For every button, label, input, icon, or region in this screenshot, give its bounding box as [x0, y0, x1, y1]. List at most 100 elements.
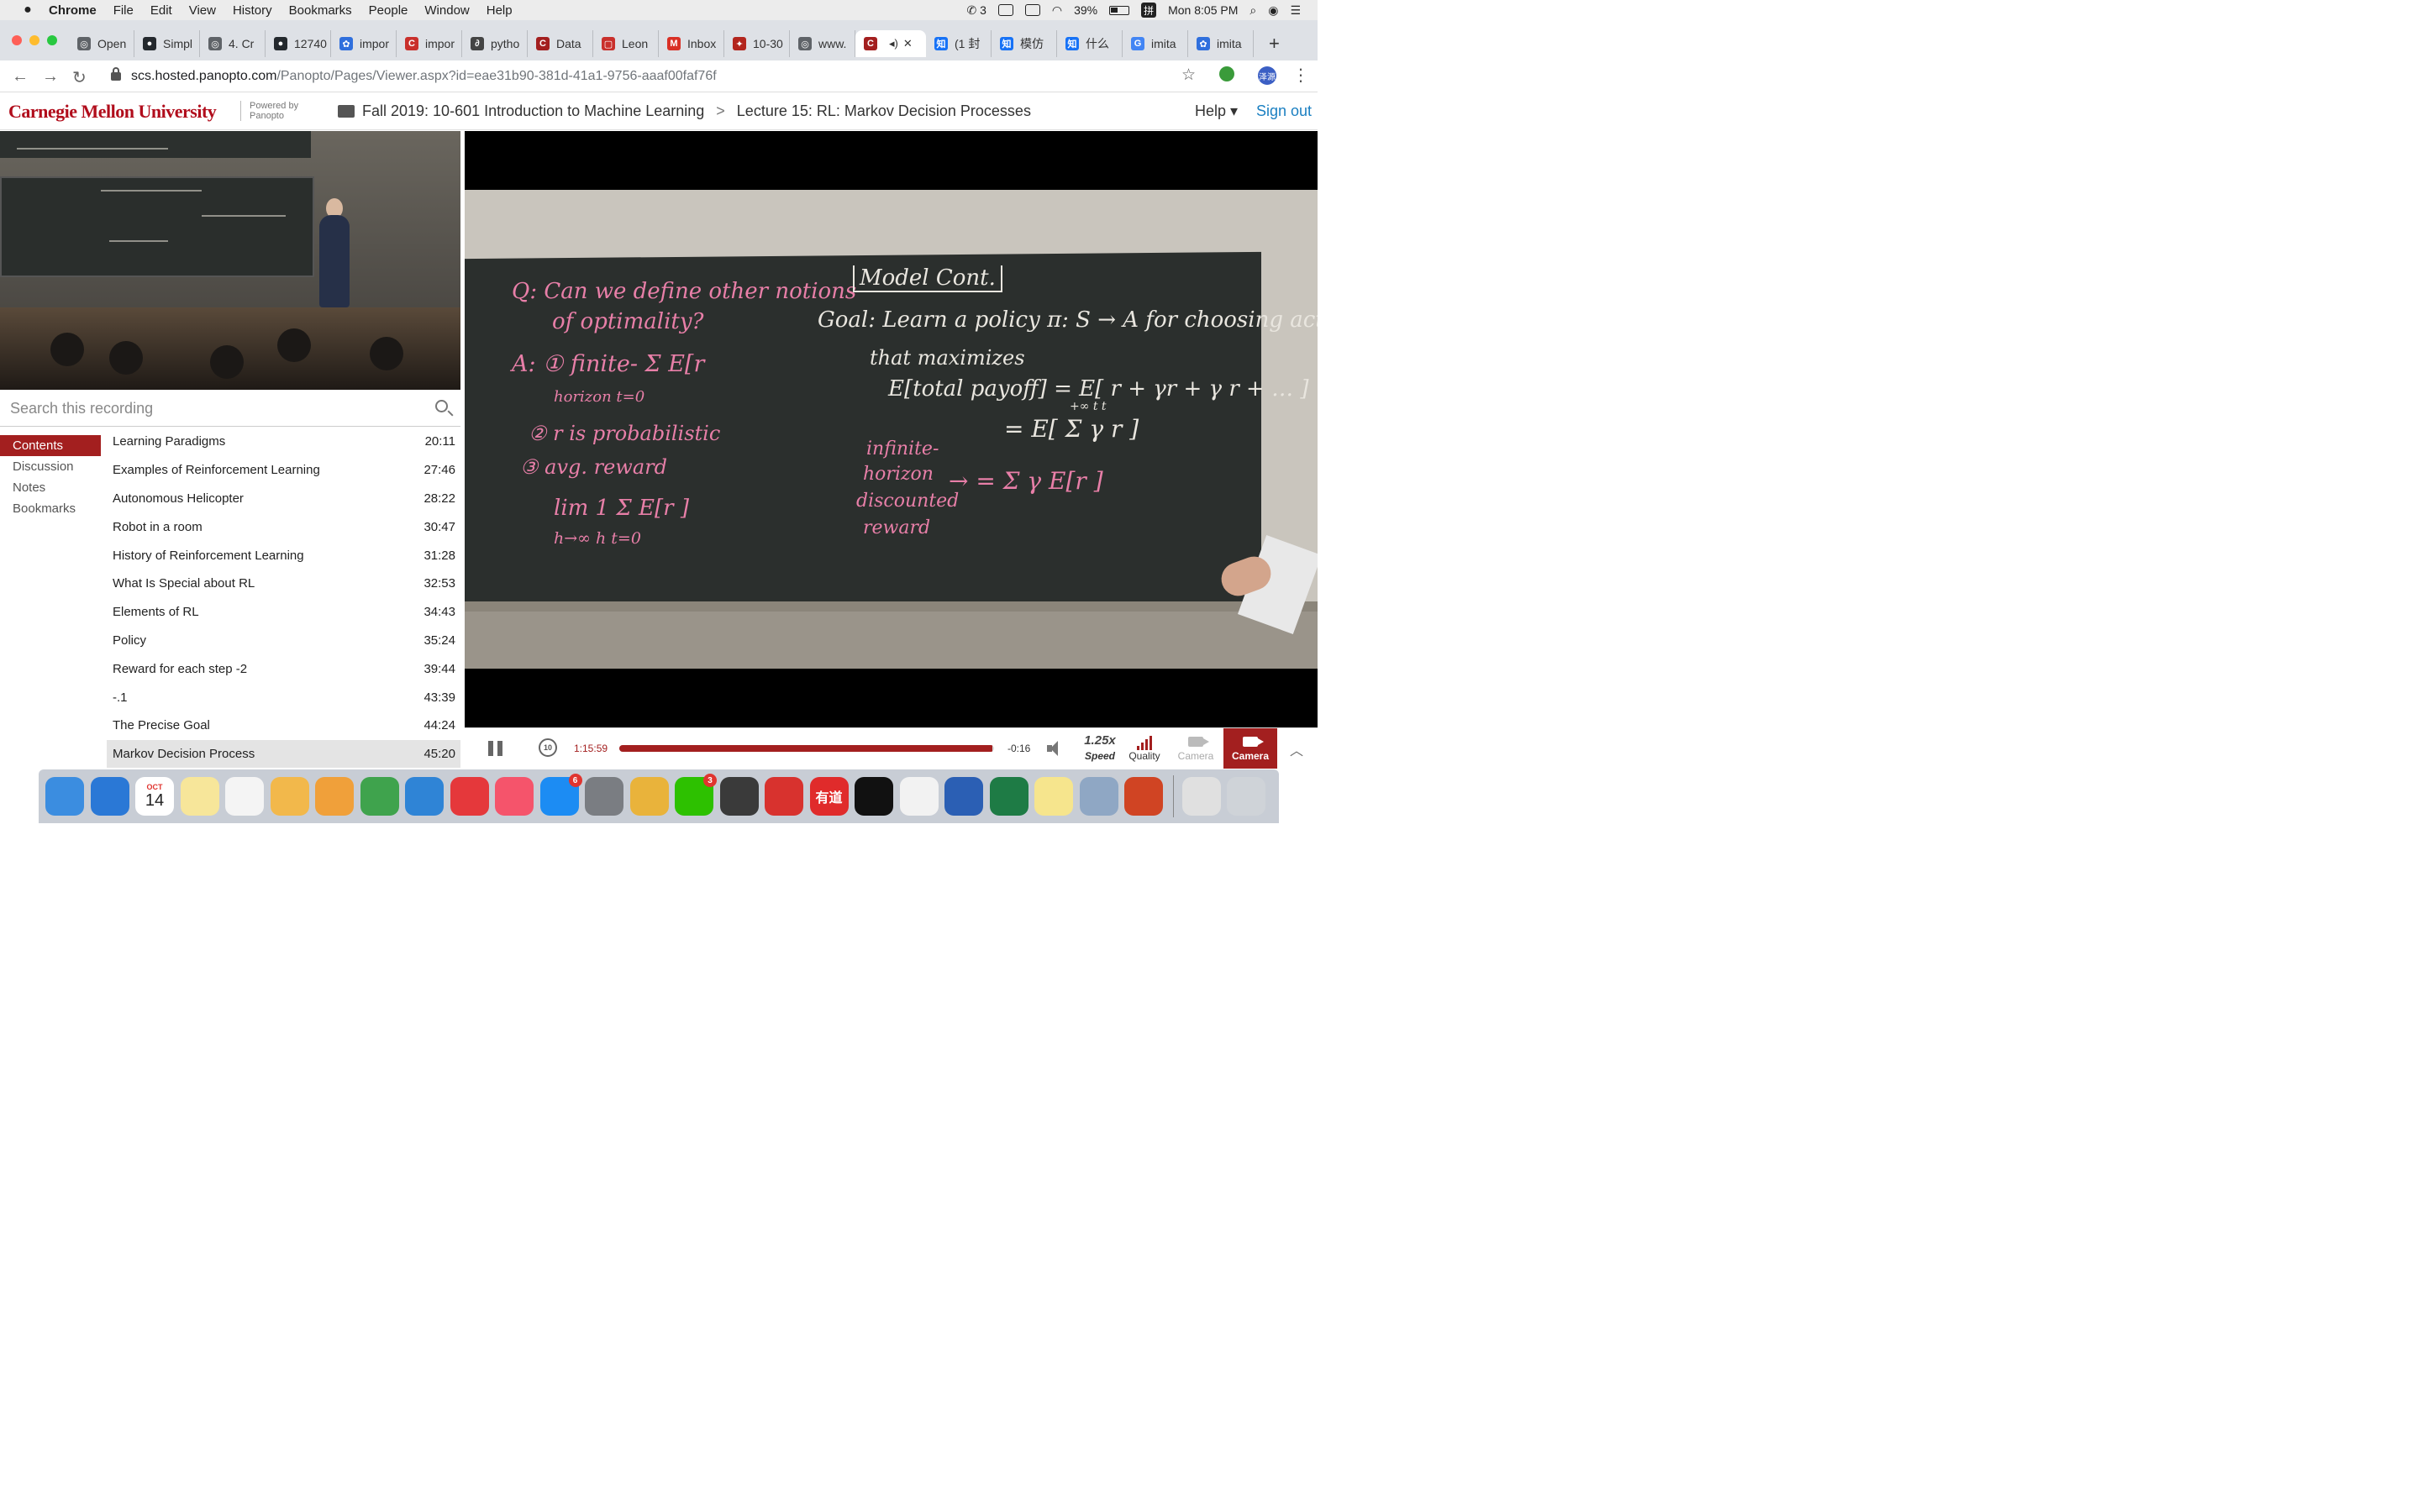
browser-tab[interactable]: ▢ Leon	[593, 30, 659, 57]
profile-avatar[interactable]: 泽源	[1258, 66, 1276, 85]
app-store-icon[interactable]: 6	[539, 774, 582, 816]
rewind-10-icon[interactable]: 10	[539, 738, 557, 757]
volume-icon[interactable]	[1047, 741, 1067, 756]
word-icon[interactable]	[944, 777, 983, 816]
browser-tab[interactable]: ✿ impor	[331, 30, 397, 57]
contents-row[interactable]: Learning Paradigms 20:11	[107, 428, 460, 456]
menu-people[interactable]: People	[369, 3, 408, 18]
breadcrumb-folder[interactable]: Fall 2019: 10-601 Introduction to Machin…	[362, 102, 704, 120]
browser-tab[interactable]: ◎ www.	[790, 30, 855, 57]
tab-contents[interactable]: Contents	[0, 435, 101, 456]
contents-row[interactable]: History of Reinforcement Learning 31:28	[107, 541, 460, 570]
input-method-icon[interactable]: 拼	[1141, 3, 1157, 18]
notification-center-icon[interactable]: ☰	[1290, 3, 1301, 18]
contents-row[interactable]: Examples of Reinforcement Learning 27:46	[107, 456, 460, 485]
qq-status-icon[interactable]	[997, 4, 1013, 16]
back-arrow-icon[interactable]: ←	[12, 67, 29, 87]
airplay-icon[interactable]	[1024, 4, 1040, 16]
browser-tab[interactable]: ● 12740	[266, 30, 331, 57]
browser-tab[interactable]: ◎ 4. Cr	[200, 30, 266, 57]
camera-toggle-button[interactable]: Camera	[1223, 728, 1277, 769]
browser-tab[interactable]: ● Simpl	[134, 30, 200, 57]
menubar-clock[interactable]: Mon 8:05 PM	[1168, 3, 1238, 17]
calendar-icon[interactable]: OCT 14	[135, 777, 174, 816]
browser-tab[interactable]: 知什么	[1057, 30, 1123, 57]
camera-button-disabled[interactable]: Camera	[1171, 733, 1221, 762]
search-icon[interactable]	[435, 400, 448, 412]
chrome-menu-icon[interactable]: ⋮	[1292, 65, 1309, 86]
tab-active[interactable]: C ◂) ✕	[855, 30, 926, 57]
tab-bookmarks[interactable]: Bookmarks	[0, 498, 101, 519]
contents-row[interactable]: Reward for each step -2 39:44	[107, 654, 460, 683]
browser-tab[interactable]: M Inbox	[659, 30, 724, 57]
tab-audio-icon[interactable]: ◂)	[889, 37, 898, 50]
trash-icon[interactable]	[1227, 777, 1265, 816]
menu-history[interactable]: History	[233, 3, 272, 18]
main-video-player[interactable]: Q: Can we define other notions of optima…	[465, 131, 1318, 727]
contents-row[interactable]: What Is Special about RL 32:53	[107, 570, 460, 598]
search-recording-input[interactable]	[10, 398, 413, 418]
netease-music-icon[interactable]	[765, 777, 803, 816]
news-icon[interactable]	[450, 777, 489, 816]
tab-notes[interactable]: Notes	[0, 477, 101, 498]
menu-window[interactable]: Window	[424, 3, 469, 18]
notes-icon[interactable]	[180, 777, 219, 816]
contents-row[interactable]: Markov Decision Process 45:20	[107, 739, 460, 768]
menu-edit[interactable]: Edit	[150, 3, 172, 18]
browser-tab[interactable]: ✦ 10-30	[724, 30, 790, 57]
chrome-icon[interactable]	[629, 777, 669, 816]
contents-row[interactable]: Autonomous Helicopter 28:22	[107, 485, 460, 513]
wifi-icon[interactable]: ◠	[1052, 3, 1062, 18]
contents-row[interactable]: Policy 35:24	[107, 627, 460, 655]
minimize-window-button[interactable]	[29, 35, 39, 45]
finder-icon[interactable]	[45, 777, 84, 816]
downloads-icon[interactable]	[1181, 777, 1221, 816]
close-window-button[interactable]	[12, 35, 22, 45]
tab-discussion[interactable]: Discussion	[0, 456, 101, 477]
photos-icon[interactable]	[270, 777, 309, 816]
stickies-icon[interactable]	[1034, 777, 1073, 816]
new-tab-button[interactable]: +	[1269, 33, 1280, 55]
menu-bookmarks[interactable]: Bookmarks	[289, 3, 352, 18]
browser-tab[interactable]: C Data	[528, 30, 593, 57]
reminders-icon[interactable]	[225, 777, 264, 816]
music-icon[interactable]	[495, 777, 534, 816]
sublime-text-icon[interactable]	[719, 777, 759, 816]
camera-thumbnail-video[interactable]	[0, 131, 460, 390]
contents-row[interactable]: -.1 43:39	[107, 683, 460, 711]
contents-row[interactable]: The Precise Goal 44:24	[107, 711, 460, 740]
tab-close-icon[interactable]: ✕	[903, 37, 913, 50]
system-preferences-icon[interactable]	[585, 777, 623, 816]
terminal-icon[interactable]	[855, 777, 893, 816]
numbers-icon[interactable]	[360, 777, 399, 816]
battery-icon[interactable]	[1109, 5, 1130, 15]
zoom-window-button[interactable]	[47, 35, 57, 45]
pages-icon[interactable]	[315, 777, 354, 816]
address-bar[interactable]: scs.hosted.panopto.com/Panopto/Pages/Vie…	[99, 64, 1208, 89]
cmu-logo[interactable]: Carnegie Mellon University	[8, 101, 217, 123]
contents-row[interactable]: Robot in a room 30:47	[107, 512, 460, 541]
contents-row[interactable]: Elements of RL 34:43	[107, 598, 460, 627]
menu-file[interactable]: File	[113, 3, 134, 18]
reload-icon[interactable]: ↻	[72, 67, 87, 88]
excel-icon[interactable]	[989, 777, 1028, 816]
bookmark-star-icon[interactable]: ☆	[1181, 66, 1196, 85]
textedit-icon[interactable]	[899, 777, 939, 816]
help-dropdown[interactable]: Help ▾	[1195, 102, 1238, 120]
preview-icon[interactable]	[1079, 777, 1118, 816]
pause-button[interactable]	[488, 741, 503, 756]
spotlight-icon[interactable]: ⌕	[1249, 3, 1256, 18]
browser-tab[interactable]: 知 (1 封	[926, 30, 992, 57]
youdao-icon[interactable]: 有道	[809, 777, 849, 816]
wechat-status-icon[interactable]: ✆ 3	[966, 3, 986, 18]
evernote-extension-icon[interactable]	[1219, 66, 1234, 81]
siri-icon[interactable]: ◉	[1268, 3, 1278, 18]
keynote-icon[interactable]	[405, 777, 444, 816]
browser-tab[interactable]: ◎ Open	[69, 30, 134, 57]
browser-tab[interactable]: ∂ pytho	[462, 30, 528, 57]
speed-button[interactable]: 1.25x Speed	[1075, 733, 1125, 762]
safari-icon[interactable]	[90, 777, 129, 816]
apple-icon[interactable]: ●	[18, 3, 37, 18]
forward-arrow-icon[interactable]: →	[42, 67, 59, 87]
browser-tab[interactable]: 知模仿	[992, 30, 1057, 57]
